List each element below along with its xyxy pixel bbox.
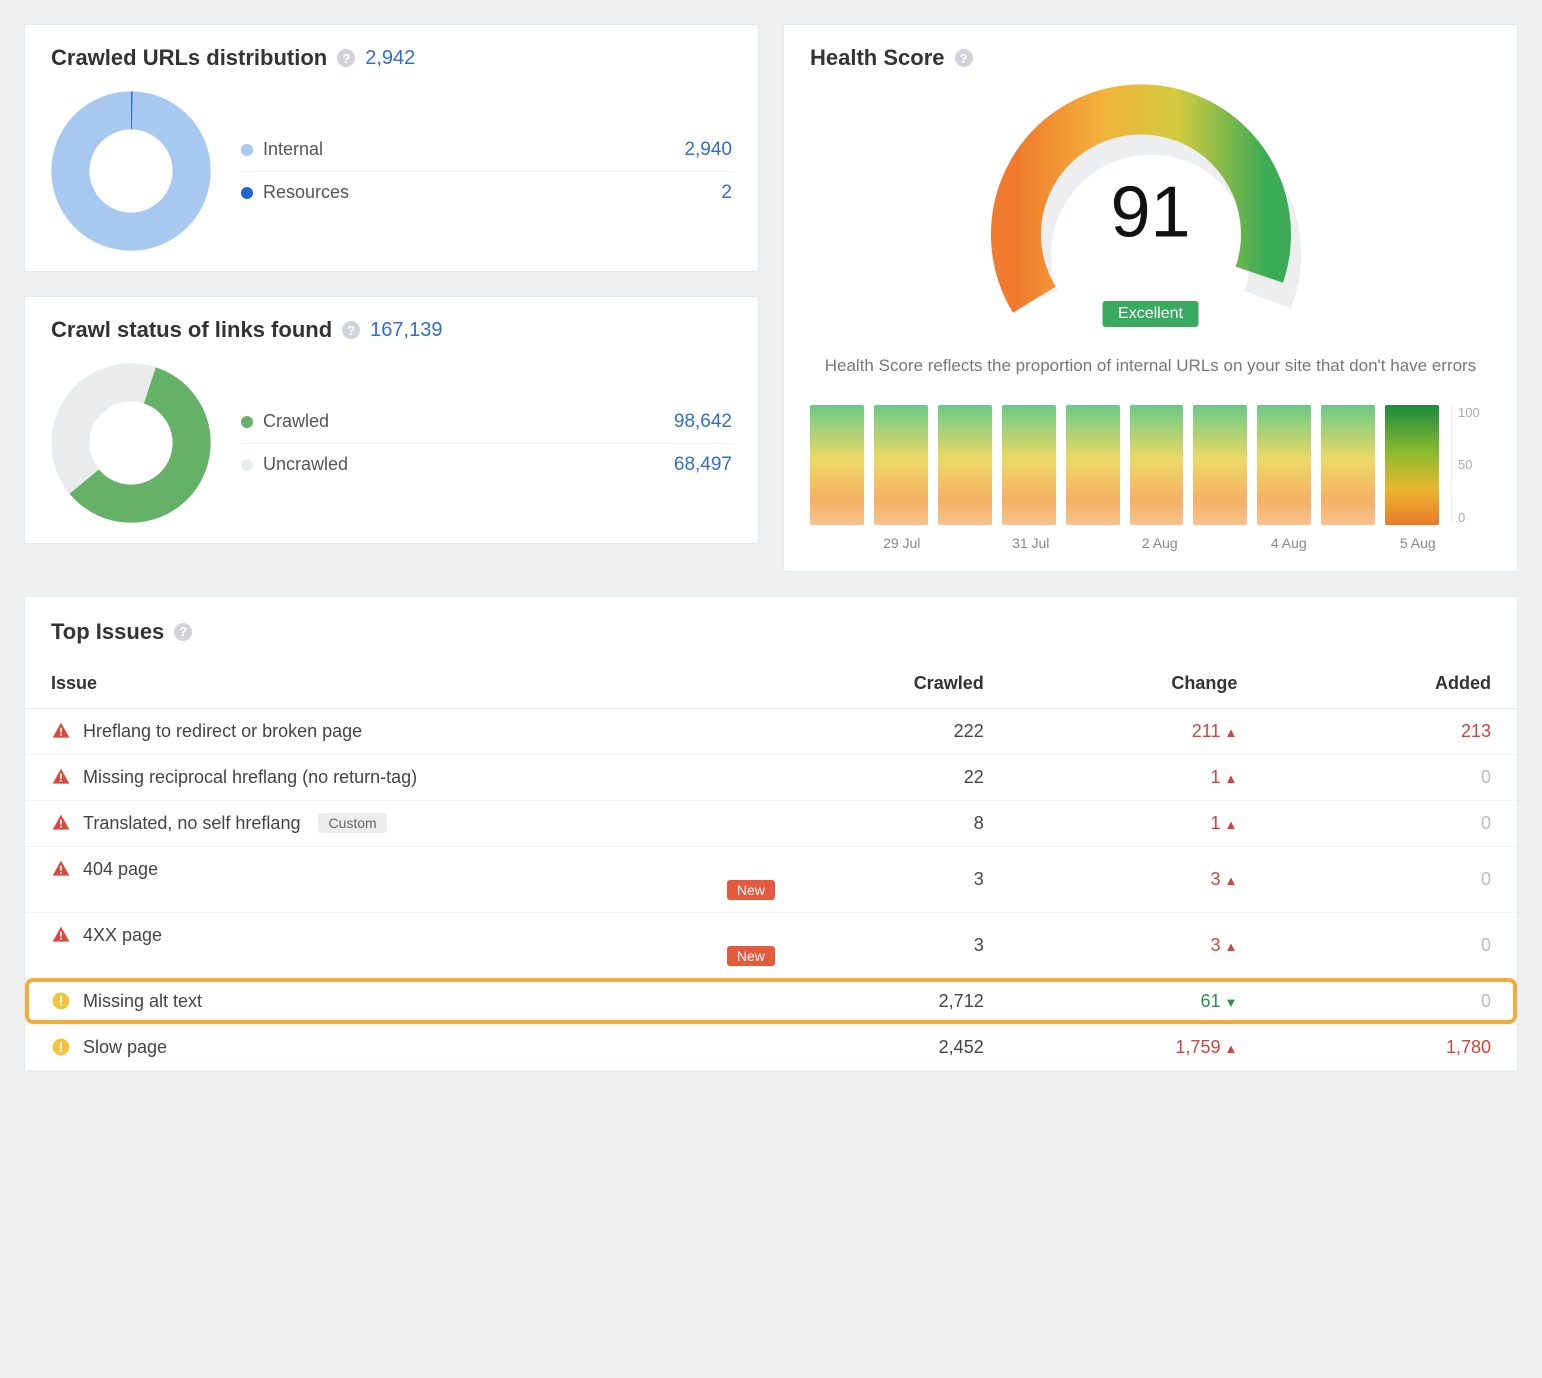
spark-y-axis: 100 50 0 — [1451, 405, 1491, 525]
spark-x-axis: 29 Jul 31 Jul 2 Aug 4 Aug 5 Aug — [810, 535, 1491, 551]
crawled-value: 3 — [801, 912, 1010, 978]
crawl-status-total[interactable]: 167,139 — [370, 319, 442, 342]
spark-bar — [810, 405, 864, 525]
table-row[interactable]: Hreflang to redirect or broken page22221… — [25, 708, 1517, 754]
warning-icon — [51, 991, 71, 1011]
crawled-value: 2,452 — [801, 1024, 1010, 1070]
crawled-value: 8 — [801, 800, 1010, 846]
table-row[interactable]: Translated, no self hreflang Custom 81▲0 — [25, 800, 1517, 846]
issue-name: Missing reciprocal hreflang (no return-t… — [83, 767, 417, 788]
legend-dot — [241, 459, 253, 471]
spark-bar — [1066, 405, 1120, 525]
spark-bar — [938, 405, 992, 525]
table-row[interactable]: 4XX page New 33▲0 — [25, 912, 1517, 978]
card-title: Top Issues — [51, 619, 164, 645]
issue-name: Translated, no self hreflang — [83, 813, 300, 834]
help-icon[interactable]: ? — [955, 49, 973, 67]
health-history-chart[interactable]: 100 50 0 — [810, 405, 1491, 525]
change-value: 1,759▲ — [1010, 1024, 1264, 1070]
added-value: 0 — [1263, 800, 1517, 846]
issue-name: Missing alt text — [83, 991, 202, 1012]
new-tag: New — [727, 880, 775, 900]
issue-name: 404 page — [83, 859, 158, 880]
change-value: 1▲ — [1010, 754, 1264, 800]
top-issues-card: Top Issues ? Issue Crawled Change Added … — [24, 596, 1518, 1072]
health-score-card: Health Score ? 91 Excellent Health Scor — [783, 24, 1518, 572]
crawled-value: 222 — [801, 708, 1010, 754]
table-row[interactable]: Slow page 2,4521,759▲1,780 — [25, 1024, 1517, 1070]
new-tag: New — [727, 946, 775, 966]
issue-name: Slow page — [83, 1037, 167, 1058]
error-icon — [51, 859, 71, 879]
col-issue[interactable]: Issue — [25, 659, 801, 709]
change-value: 3▲ — [1010, 912, 1264, 978]
crawled-urls-total[interactable]: 2,942 — [365, 47, 415, 70]
issue-name: 4XX page — [83, 925, 162, 946]
error-icon — [51, 721, 71, 741]
crawled-value: 22 — [801, 754, 1010, 800]
legend-item-uncrawled[interactable]: Uncrawled 68,497 — [241, 444, 732, 486]
card-title: Health Score — [810, 45, 945, 71]
legend-dot — [241, 144, 253, 156]
legend-dot — [241, 187, 253, 199]
spark-bar — [1257, 405, 1311, 525]
error-icon — [51, 925, 71, 945]
spark-bar — [1002, 405, 1056, 525]
crawl-status-card: Crawl status of links found ? 167,139 Cr… — [24, 296, 759, 544]
legend-item-internal[interactable]: Internal 2,940 — [241, 129, 732, 172]
spark-bar — [1193, 405, 1247, 525]
error-icon — [51, 813, 71, 833]
table-row[interactable]: Missing reciprocal hreflang (no return-t… — [25, 754, 1517, 800]
health-gauge[interactable]: 91 Excellent — [976, 83, 1326, 333]
health-badge: Excellent — [1102, 301, 1199, 327]
help-icon[interactable]: ? — [337, 49, 355, 67]
spark-bar — [1385, 405, 1439, 525]
added-value: 0 — [1263, 978, 1517, 1024]
added-value: 0 — [1263, 846, 1517, 912]
card-title: Crawl status of links found — [51, 317, 332, 343]
change-value: 61▼ — [1010, 978, 1264, 1024]
crawled-value: 3 — [801, 846, 1010, 912]
change-value: 1▲ — [1010, 800, 1264, 846]
legend-item-resources[interactable]: Resources 2 — [241, 172, 732, 214]
change-value: 3▲ — [1010, 846, 1264, 912]
card-title: Crawled URLs distribution — [51, 45, 327, 71]
spark-bar — [1321, 405, 1375, 525]
crawl-status-donut[interactable] — [51, 363, 211, 523]
warning-icon — [51, 1037, 71, 1057]
table-row[interactable]: Missing alt text 2,71261▼0 — [25, 978, 1517, 1024]
spark-bar — [874, 405, 928, 525]
col-change[interactable]: Change — [1010, 659, 1264, 709]
error-icon — [51, 767, 71, 787]
added-value: 1,780 — [1263, 1024, 1517, 1070]
spark-bar — [1130, 405, 1184, 525]
crawled-value: 2,712 — [801, 978, 1010, 1024]
health-score-value: 91 — [1110, 171, 1190, 253]
change-value: 211▲ — [1010, 708, 1264, 754]
crawled-urls-donut[interactable] — [51, 91, 211, 251]
col-crawled[interactable]: Crawled — [801, 659, 1010, 709]
legend-item-crawled[interactable]: Crawled 98,642 — [241, 401, 732, 444]
issues-table: Issue Crawled Change Added Hreflang to r… — [25, 659, 1517, 1071]
table-row[interactable]: 404 page New 33▲0 — [25, 846, 1517, 912]
crawled-urls-card: Crawled URLs distribution ? 2,942 Intern… — [24, 24, 759, 272]
help-icon[interactable]: ? — [342, 321, 360, 339]
issue-name: Hreflang to redirect or broken page — [83, 721, 362, 742]
health-description: Health Score reflects the proportion of … — [810, 353, 1491, 379]
added-value: 0 — [1263, 754, 1517, 800]
custom-tag: Custom — [318, 813, 386, 833]
added-value: 0 — [1263, 912, 1517, 978]
added-value: 213 — [1263, 708, 1517, 754]
col-added[interactable]: Added — [1263, 659, 1517, 709]
legend-dot — [241, 416, 253, 428]
help-icon[interactable]: ? — [174, 623, 192, 641]
